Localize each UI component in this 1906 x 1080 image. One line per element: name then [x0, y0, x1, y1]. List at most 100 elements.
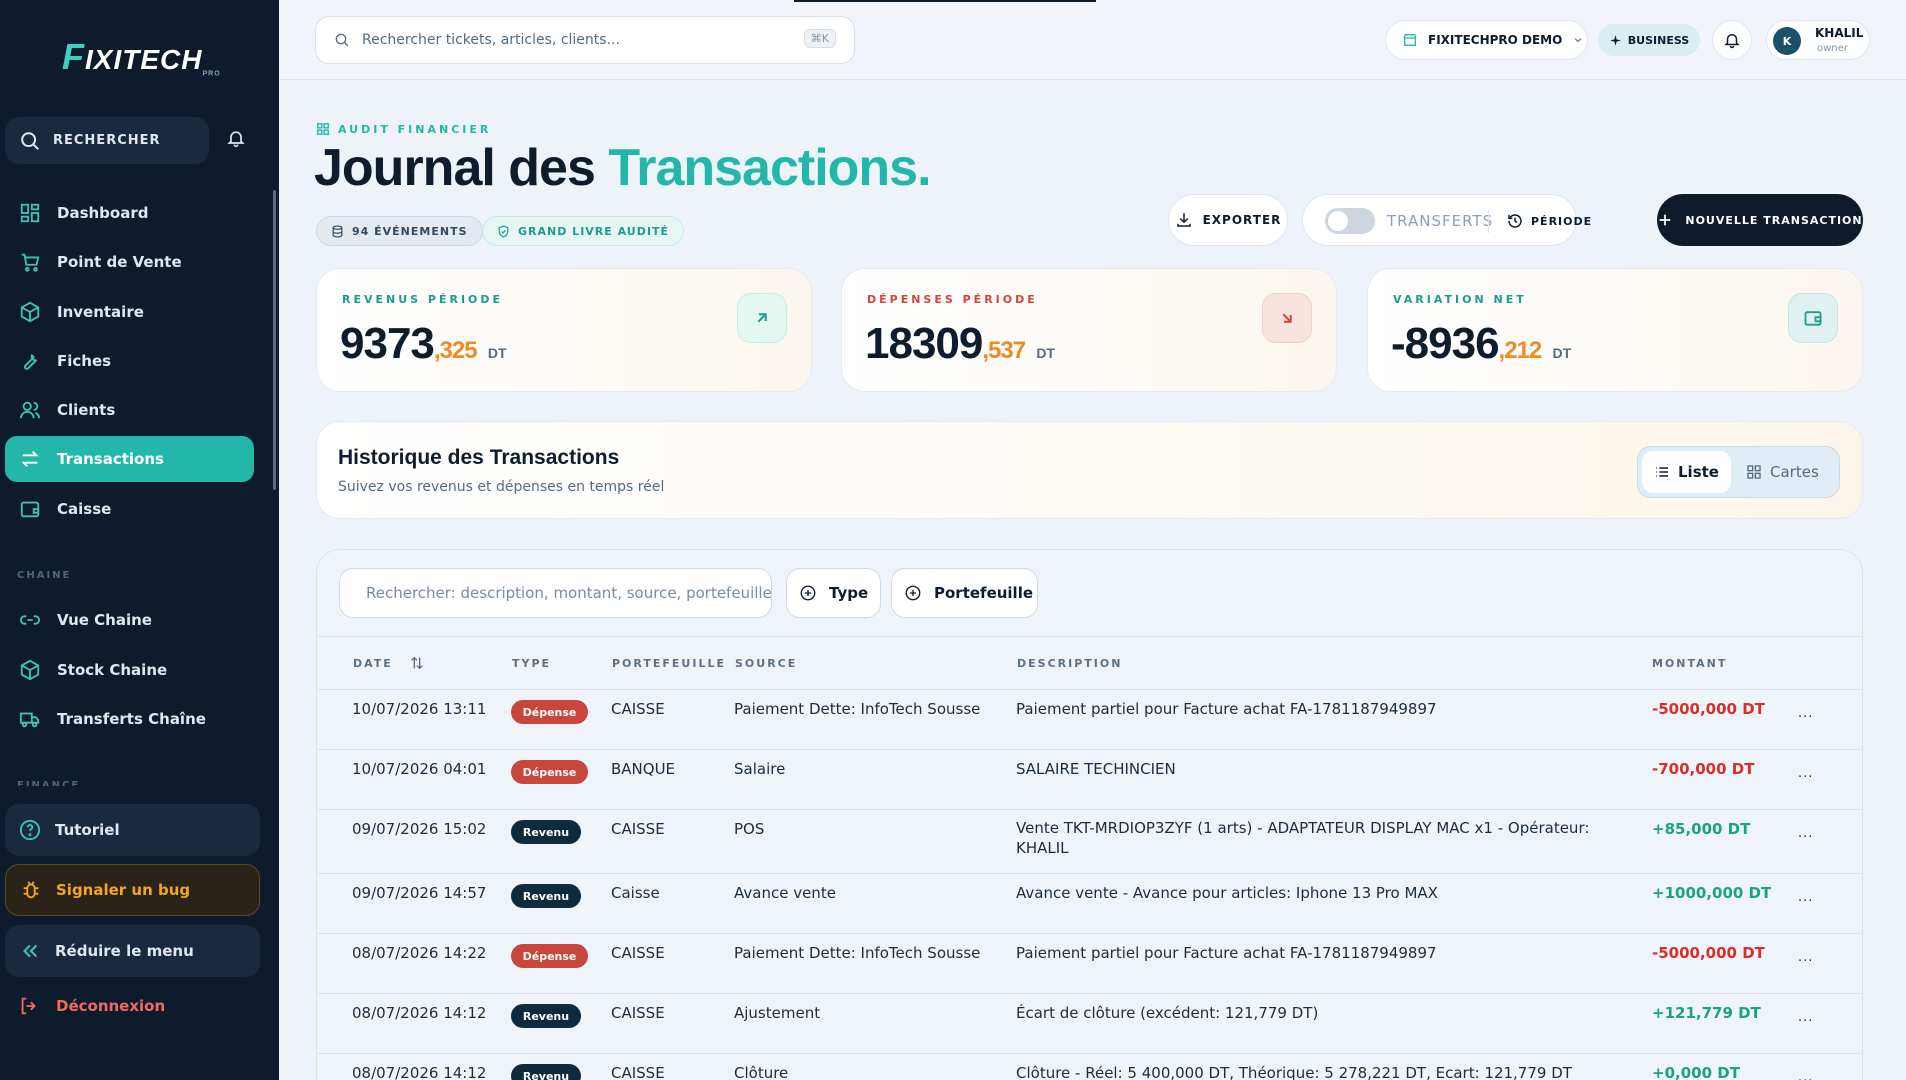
row-wallet: CAISSE — [611, 1004, 665, 1022]
sidebar-search-button[interactable]: RECHERCHER — [5, 117, 209, 164]
plus-circle-icon — [905, 585, 921, 601]
row-actions-button[interactable]: ... — [1798, 1010, 1813, 1025]
sidebar-item-label: Fiches — [57, 352, 112, 370]
view-toggle: Liste Cartes — [1637, 446, 1840, 498]
row-description: Paiement partiel pour Facture achat FA-1… — [1016, 700, 1437, 718]
wrench-icon — [23, 354, 38, 370]
kpi-label: REVENUS PÉRIODE — [342, 293, 504, 306]
sidebar-item-clients[interactable]: Clients — [5, 387, 253, 433]
arrow-down-right-icon — [1282, 313, 1292, 323]
type-badge: Revenu — [511, 1004, 581, 1028]
row-amount: +85,000 DT — [1652, 820, 1751, 838]
users-icon — [19, 401, 41, 419]
collapse-menu-button[interactable]: Réduire le menu — [5, 925, 260, 977]
user-name: KHALIL — [1815, 26, 1864, 40]
filter-type-label: Type — [829, 584, 869, 602]
sidebar-item-label: Caisse — [57, 500, 112, 518]
kpi-card-variation: VARIATION NET -8936,212 DT — [1367, 268, 1863, 392]
new-transaction-button[interactable]: NOUVELLE TRANSACTION — [1657, 194, 1863, 246]
sidebar-item-vue-chaine[interactable]: Vue Chaine — [5, 597, 253, 643]
sidebar-item-caisse[interactable]: Caisse — [5, 486, 253, 532]
history-icon — [1508, 214, 1522, 228]
kpi-value-dec: ,537 — [982, 337, 1026, 364]
section-chaine-label: CHAINE — [17, 570, 72, 581]
row-actions-button[interactable]: ... — [1798, 890, 1813, 905]
report-bug-button[interactable]: Signaler un bug — [5, 864, 260, 916]
sidebar-item-label: Dashboard — [57, 204, 149, 222]
dashboard-icon — [20, 203, 40, 223]
sidebar-scrollbar[interactable] — [273, 190, 276, 490]
filter-type-button[interactable]: Type — [786, 568, 881, 618]
row-wallet: Caisse — [611, 884, 660, 902]
sidebar-item-inventaire[interactable]: Inventaire — [5, 289, 253, 335]
transfers-toggle[interactable] — [1325, 208, 1375, 234]
app-logo[interactable]: FIXITECHPRO — [62, 36, 221, 78]
type-badge: Revenu — [511, 884, 581, 908]
sidebar-item-transferts-chaine[interactable]: Transferts Chaîne — [5, 696, 253, 742]
sidebar-item-transactions[interactable]: Transactions — [5, 436, 254, 482]
row-date: 10/07/2026 04:01 — [352, 760, 487, 778]
row-wallet: BANQUE — [611, 760, 676, 778]
ledger-audited-badge: GRAND LIVRE AUDITÉ — [482, 216, 684, 246]
column-date[interactable]: DATE — [353, 655, 425, 671]
table-row[interactable]: 08/07/2026 14:22 Dépense CAISSE Paiement… — [317, 934, 1862, 994]
export-button[interactable]: EXPORTER — [1168, 194, 1288, 246]
sidebar: FIXITECHPRO RECHERCHER Dashboard Point d… — [0, 0, 279, 1080]
database-icon — [332, 224, 343, 238]
store-name: FIXITECHPRO DEMO — [1428, 33, 1563, 47]
table-row[interactable]: 10/07/2026 13:11 Dépense CAISSE Paiement… — [317, 690, 1862, 750]
store-selector[interactable]: FIXITECHPRO DEMO — [1385, 20, 1588, 60]
table-row[interactable]: 09/07/2026 15:02 Revenu CAISSE POS Vente… — [317, 810, 1862, 874]
row-actions-button[interactable]: ... — [1798, 706, 1813, 721]
sidebar-item-label: Inventaire — [57, 303, 144, 321]
plan-badge: BUSINESS — [1598, 24, 1700, 56]
sidebar-item-fiches[interactable]: Fiches — [5, 338, 253, 384]
new-transaction-label: NOUVELLE TRANSACTION — [1685, 213, 1863, 227]
view-cards-button[interactable]: Cartes — [1746, 451, 1819, 493]
column-wallet: PORTEFEUILLE — [612, 657, 726, 670]
filter-wallet-button[interactable]: Portefeuille — [891, 568, 1038, 618]
view-list-button[interactable]: Liste — [1642, 451, 1731, 493]
row-wallet: CAISSE — [611, 944, 665, 962]
row-amount: +1000,000 DT — [1652, 884, 1772, 902]
period-button[interactable]: PÉRIODE — [1507, 213, 1592, 229]
sidebar-item-point-de-vente[interactable]: Point de Vente — [5, 239, 253, 285]
row-actions-button[interactable]: ... — [1798, 766, 1813, 781]
row-actions-button[interactable]: ... — [1798, 826, 1813, 841]
logout-button[interactable]: Déconnexion — [18, 995, 165, 1017]
row-source: Clôture — [734, 1064, 789, 1080]
bell-icon[interactable] — [226, 128, 246, 148]
kpi-value-dec: ,325 — [433, 337, 478, 364]
row-date: 10/07/2026 13:11 — [352, 700, 487, 718]
notifications-button[interactable] — [1712, 20, 1752, 60]
period-label: PÉRIODE — [1531, 214, 1593, 228]
sidebar-item-stock-chaine[interactable]: Stock Chaine — [5, 647, 253, 693]
events-count-badge: 94 ÉVÉNEMENTS — [316, 216, 483, 246]
transfer-icon — [21, 451, 39, 467]
table-row[interactable]: 09/07/2026 14:57 Revenu Caisse Avance ve… — [317, 874, 1862, 934]
table-row[interactable]: 08/07/2026 14:12 Revenu CAISSE Ajustemen… — [317, 994, 1862, 1054]
sidebar-item-dashboard[interactable]: Dashboard — [5, 190, 253, 236]
wallet-icon — [20, 501, 40, 518]
user-menu[interactable]: K KHALIL owner — [1766, 20, 1870, 60]
row-wallet: CAISSE — [611, 820, 665, 838]
sidebar-item-label: Transactions — [57, 450, 164, 468]
history-title: Historique des Transactions — [338, 446, 620, 469]
kpi-icon-box — [1262, 293, 1312, 343]
table-row[interactable]: 08/07/2026 14:12 Revenu CAISSE Clôture C… — [317, 1054, 1862, 1080]
kpi-value: -8936,212 DT — [1391, 319, 1571, 369]
row-actions-button[interactable]: ... — [1798, 950, 1813, 965]
divider — [1488, 209, 1489, 233]
table-header: DATE TYPE PORTEFEUILLE SOURCE DESCRIPTIO… — [317, 636, 1862, 690]
row-actions-button[interactable]: ... — [1798, 1070, 1813, 1080]
global-search-input[interactable]: Rechercher tickets, articles, clients...… — [315, 16, 855, 64]
tutorial-button[interactable]: Tutoriel — [5, 804, 260, 856]
page-eyebrow: AUDIT FINANCIER — [316, 122, 491, 136]
table-row[interactable]: 10/07/2026 04:01 Dépense BANQUE Salaire … — [317, 750, 1862, 810]
row-amount: -700,000 DT — [1652, 760, 1755, 778]
row-date: 09/07/2026 15:02 — [352, 820, 487, 838]
filter-group: TRANSFERTS PÉRIODE — [1302, 194, 1591, 246]
table-search-input[interactable]: Rechercher: description, montant, source… — [339, 568, 772, 618]
type-badge: Dépense — [511, 944, 588, 968]
column-type: TYPE — [512, 657, 552, 670]
